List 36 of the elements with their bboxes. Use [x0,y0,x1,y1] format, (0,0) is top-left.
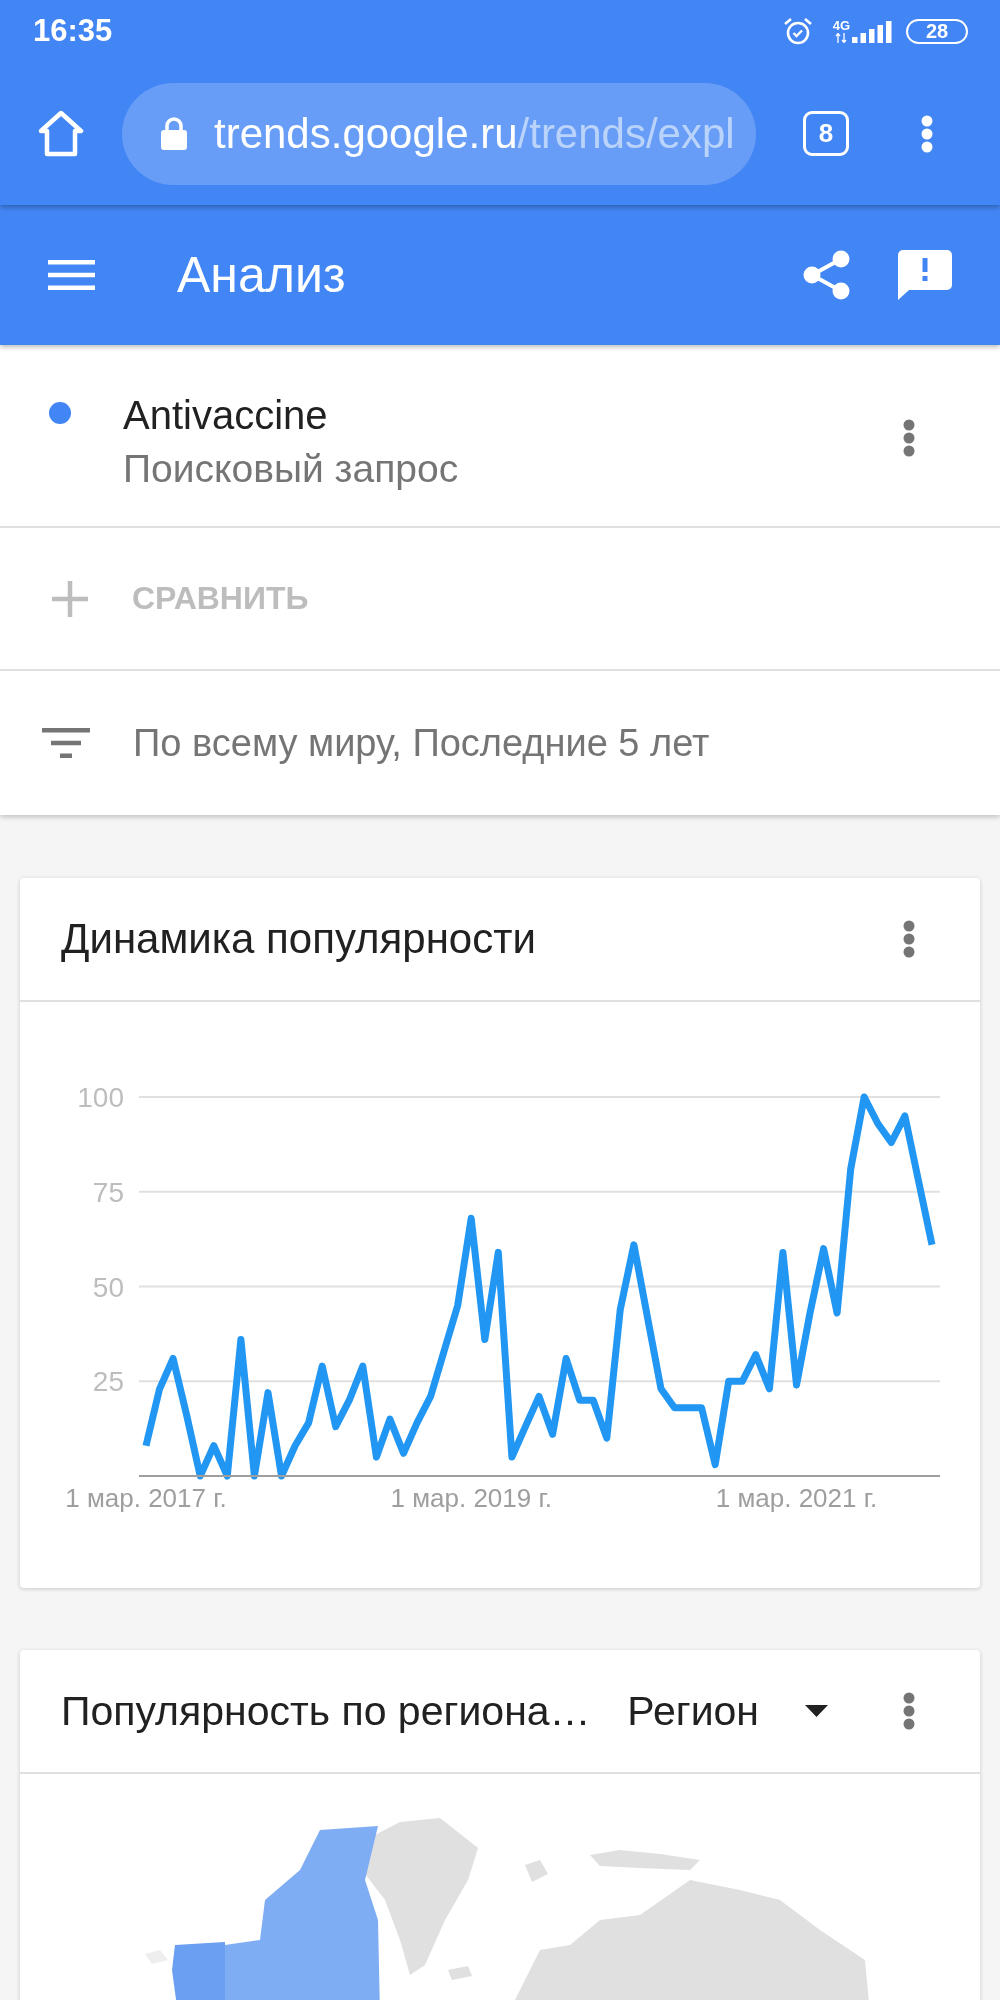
term-type-label: Поисковый запрос [123,447,459,491]
plus-icon [52,580,88,617]
more-options-icon[interactable] [903,419,915,457]
more-options-icon[interactable] [903,1692,915,1730]
y-axis-label: 75 [92,1176,124,1208]
status-time: 16:35 [33,13,113,49]
share-icon[interactable] [803,250,850,300]
y-axis-label: 25 [92,1366,124,1398]
x-axis-label: 1 мар. 2019 г. [390,1483,552,1513]
network-type-label: 4G [832,19,850,33]
card-title: Динамика популярности [61,915,536,963]
signal-icon [852,21,892,43]
tab-count-button[interactable]: 8 [803,111,849,156]
more-options-icon[interactable] [921,114,933,153]
alarm-clock-icon [782,17,813,45]
filter-icon [42,728,90,758]
compare-button[interactable]: СРАВНИТЬ [52,580,309,617]
home-icon[interactable] [38,110,84,157]
region-dropdown[interactable]: Регион [627,1687,828,1735]
menu-icon[interactable] [48,260,95,290]
exclamation-bubble-icon[interactable] [898,250,952,300]
search-term: Antivaccine [123,392,328,439]
url-text: trends.google.ru/trends/expl [214,109,735,158]
battery-indicator: 28 [906,18,968,44]
lock-icon [160,117,188,150]
more-options-icon[interactable] [903,920,915,958]
caret-icon [805,1705,828,1717]
y-axis-label: 100 [77,1082,124,1113]
y-axis-label: 50 [92,1271,124,1303]
card-title: Популярность по региона… [61,1687,591,1735]
data-arrows-icon [835,33,848,43]
page-title: Анализ [177,246,346,304]
filter-button[interactable]: По всему миру, Последние 5 лет [42,721,710,765]
address-bar[interactable]: trends.google.ru/trends/expl [122,82,756,185]
x-axis-label: 1 мар. 2021 г. [715,1483,878,1513]
x-axis-label: 1 мар. 2017 г. [65,1483,227,1513]
